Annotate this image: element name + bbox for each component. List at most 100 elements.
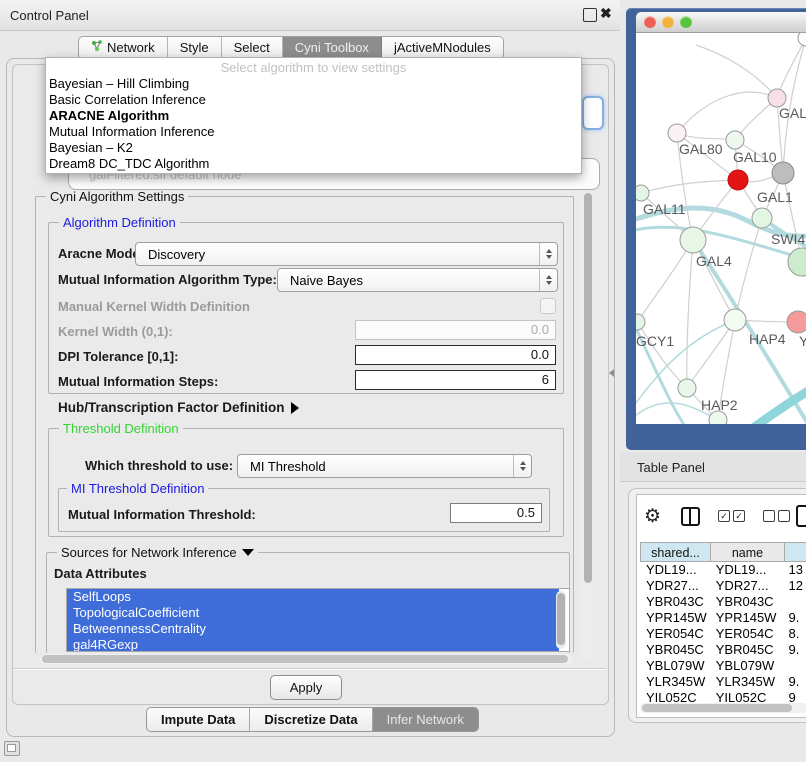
tab-select[interactable]: Select [222,37,283,59]
manual-kernel-checkbox[interactable] [540,298,556,314]
table-hscrollbar[interactable] [640,703,806,713]
algorithm-option[interactable]: Basic Correlation Inference [46,92,581,108]
table-panel-title: Table Panel [637,460,705,475]
network-edge [641,180,738,193]
kernel-width-field[interactable]: 0.0 [355,320,556,340]
algorithm-option[interactable]: ARACNE Algorithm [46,108,581,124]
manual-kernel-label: Manual Kernel Width Definition [58,299,250,314]
attribute-item[interactable]: gal4RGexp [67,637,559,652]
close-panel-icon[interactable]: ✖ [600,5,612,22]
table-hscrollbar-thumb[interactable] [642,704,792,712]
network-node[interactable] [678,379,696,397]
network-node[interactable] [680,227,706,253]
tab-infer-network[interactable]: Infer Network [373,708,478,731]
table-row[interactable]: YER054CYER054C8. [640,626,806,642]
network-node[interactable] [728,170,748,190]
table-row[interactable]: YBR045CYBR045C9. [640,642,806,658]
table-cell: YLR345W [710,674,783,690]
mi-threshold-label: Mutual Information Threshold: [68,507,256,522]
mi-steps-field[interactable]: 6 [355,370,556,390]
deselect-all-checks-icon[interactable] [763,510,790,522]
algorithm-option[interactable]: Dream8 DC_TDC Algorithm [46,156,581,172]
tab-network[interactable]: Network [79,37,168,59]
network-icon [91,37,103,59]
inference-algorithm-combo-edge[interactable] [582,96,604,130]
which-threshold-combo[interactable]: MI Threshold [237,454,532,478]
data-attributes-list[interactable]: SelfLoopsTopologicalCoefficientBetweenne… [66,588,570,652]
table-cell [782,658,806,674]
table-cell: YPR145W [640,610,710,626]
splitter-handle-icon[interactable] [609,369,614,377]
attributes-scrollbar-thumb[interactable] [557,593,565,645]
settings-scrollbar[interactable] [582,192,593,662]
table-row[interactable]: YLR345WYLR345W9. [640,674,806,690]
table-row[interactable]: YIL052CYIL052C9 [640,690,806,702]
aracne-mode-combo[interactable]: Discovery [135,242,558,266]
network-node[interactable] [724,309,746,331]
settings-hscrollbar[interactable] [40,654,572,664]
network-node[interactable] [752,208,772,228]
table-row[interactable]: YDR27...YDR27...12 [640,578,806,594]
table-cell: 9. [782,610,806,626]
settings-hscrollbar-thumb[interactable] [42,655,568,663]
mi-type-combo[interactable]: Naive Bayes [277,268,558,292]
attribute-item[interactable]: TopologicalCoefficient [67,605,559,621]
aracne-mode-label: Aracne Mode: [58,246,144,261]
algorithm-option[interactable]: Bayesian – Hill Climbing [46,76,581,92]
algorithm-option[interactable]: Bayesian – K2 [46,140,581,156]
node-label: HAP4 [749,331,786,347]
restore-panel-icon[interactable] [4,741,20,756]
tab-jactivemnodules[interactable]: jActiveMNodules [382,37,503,59]
apply-button[interactable]: Apply [270,675,342,700]
settings-scrollbar-thumb[interactable] [584,193,592,583]
network-canvas[interactable]: GALGAL80GAL10GAL1GAL11SWI4GAL4GCY1HAP4YH… [636,33,806,424]
attribute-item[interactable]: BetweennessCentrality [67,621,559,637]
attribute-item[interactable]: SelfLoops [67,589,559,605]
tab-cyni-toolbox[interactable]: Cyni Toolbox [283,37,382,59]
columns-icon[interactable] [681,507,700,526]
table-cell: 9 [782,690,806,702]
algorithm-definition-title: Algorithm Definition [59,215,180,230]
network-node[interactable] [726,131,744,149]
tab-style[interactable]: Style [168,37,222,59]
table-cell: 8. [782,626,806,642]
mi-threshold-field[interactable]: 0.5 [450,503,542,523]
table-row[interactable]: YBL079WYBL079W [640,658,806,674]
network-node[interactable] [668,124,686,142]
float-window-icon[interactable] [583,8,597,22]
tab-discretize-data[interactable]: Discretize Data [250,708,372,731]
column-header[interactable] [785,542,806,562]
table-cell: 9. [782,674,806,690]
network-node[interactable] [636,314,645,330]
network-node[interactable] [636,185,649,201]
node-label: GAL80 [679,141,723,157]
column-header[interactable]: name [711,542,785,562]
node-label: GAL4 [696,253,732,269]
hub-section-toggle[interactable]: Hub/Transcription Factor Definition [58,400,299,415]
network-node[interactable] [788,248,806,276]
gear-icon[interactable]: ⚙ [644,505,661,528]
attributes-scrollbar[interactable] [556,591,566,649]
tab-impute-data[interactable]: Impute Data [147,708,250,731]
network-node[interactable] [798,33,806,46]
select-all-checks-icon[interactable]: ✓✓ [718,510,745,522]
table-cell: 12 [782,578,806,594]
close-window-icon[interactable] [644,16,656,28]
network-node[interactable] [772,162,794,184]
minimize-window-icon[interactable] [662,16,674,28]
table-row[interactable]: YBR043CYBR043C [640,594,806,610]
dpi-tolerance-field[interactable]: 0.0 [355,345,556,365]
column-header[interactable]: shared... [640,542,711,562]
network-node[interactable] [787,311,806,333]
collapse-arrow-icon[interactable] [242,549,254,556]
combo-stepper-icon [513,455,531,477]
table-cell: YBR045C [640,642,710,658]
table-cell [782,594,806,610]
table-row[interactable]: YDL19...YDL19...13 [640,562,806,578]
maximize-window-icon[interactable] [680,16,692,28]
algorithm-option[interactable]: Mutual Information Inference [46,124,581,140]
table-cell: YER054C [710,626,783,642]
divider [13,668,606,669]
network-window-titlebar[interactable] [636,12,806,33]
table-row[interactable]: YPR145WYPR145W9. [640,610,806,626]
